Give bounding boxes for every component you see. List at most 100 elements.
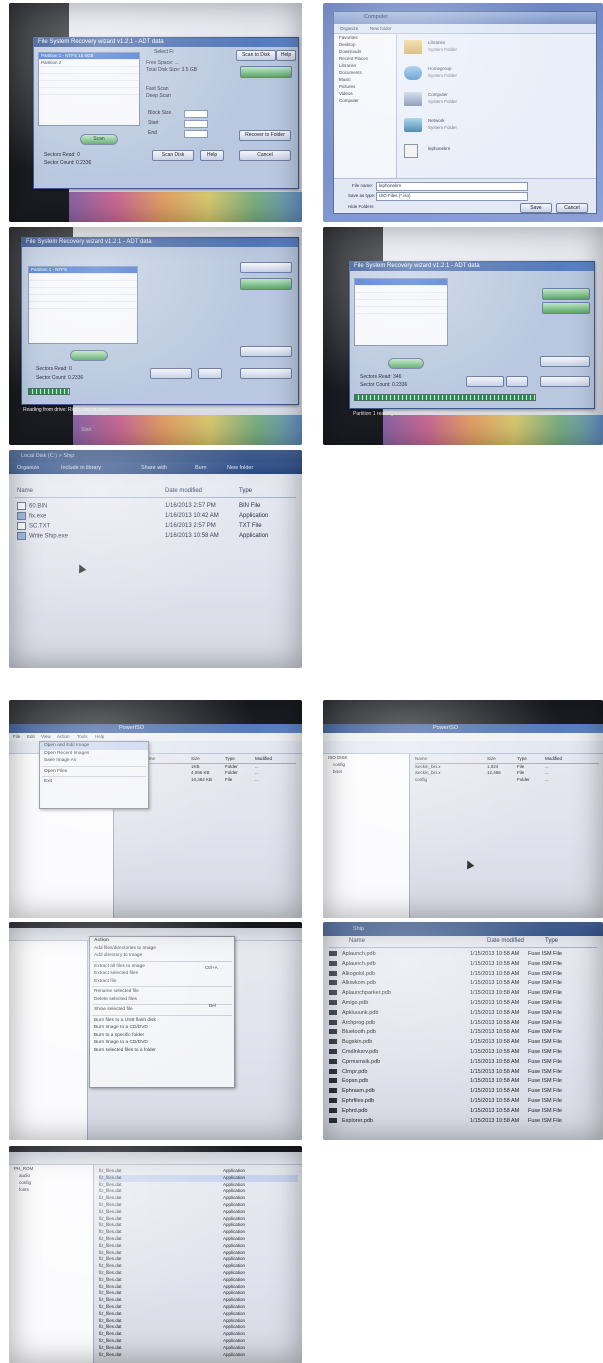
table-row[interactable]: config Folder...	[415, 777, 599, 784]
partition-list[interactable]: Partition 1 - NTFS	[28, 266, 138, 344]
table-row[interactable]: fiz_files.dat Application	[99, 1216, 298, 1223]
menu-item[interactable]: Burn to a specific folder	[90, 1032, 234, 1040]
menu-item[interactable]: Rename selected file	[90, 988, 234, 996]
partition-list[interactable]	[354, 278, 448, 346]
nav-item[interactable]: Desktop	[334, 41, 396, 48]
scan-oval-button[interactable]: Scan	[80, 134, 118, 145]
list-item[interactable]: Alkiwkom.pdb 1/15/2013 10:58 AM Fuse ISM F…	[329, 979, 597, 989]
partition-list[interactable]: Partition 1 - NTFS 15.6GB Partition 2	[38, 52, 140, 126]
col-type[interactable]: Type	[225, 756, 255, 763]
scan-to-disk-button[interactable]	[240, 262, 292, 273]
list-item[interactable]: Apkluuunk.pdb 1/15/2013 10:58 AM Fuse ISM …	[329, 1009, 597, 1019]
menu-tools[interactable]: Tools	[77, 734, 88, 739]
table-row[interactable]: fiz_files.dat Application	[99, 1195, 298, 1202]
list-item[interactable]: Aplaunchparker.pdb 1/15/2013 10:58 AM Fuse…	[329, 989, 597, 999]
list-item[interactable]	[39, 81, 139, 88]
list-item[interactable]	[29, 302, 137, 309]
save-button[interactable]: Save	[520, 203, 552, 213]
list-item[interactable]: Ephrasm.pdb 1/15/2013 10:58 AM Fuse ISM Fi…	[329, 1087, 597, 1097]
col-date[interactable]: Date modified	[165, 488, 202, 494]
list-item[interactable]: Cprmsmsik.pdb 1/15/2013 10:58 AM Fuse ISM …	[329, 1058, 597, 1068]
list-item[interactable]	[29, 281, 137, 288]
list-item[interactable]	[39, 88, 139, 95]
table-row[interactable]: fiz_files.dat Application	[99, 1338, 298, 1345]
header-tab[interactable]: Select Fi	[154, 49, 173, 55]
scan-disk-button[interactable]: Scan Disk	[152, 150, 194, 161]
list-item[interactable]: Clrnpr.pdb 1/15/2013 10:58 AM Fuse ISM Fil…	[329, 1068, 597, 1078]
tree-item[interactable]: audio	[9, 1172, 93, 1179]
table-row[interactable]: fiz_files.dat Application	[99, 1324, 298, 1331]
nav-item[interactable]: Music	[334, 76, 396, 83]
nav-item[interactable]: Documents	[334, 69, 396, 76]
list-item[interactable]	[39, 67, 139, 74]
list-item[interactable]	[29, 274, 137, 281]
list-item[interactable]	[355, 293, 447, 300]
nav-item[interactable]: Favorites	[334, 34, 396, 41]
file-row[interactable]: Write Ship.exe 1/16/2013 10:58 AM Applic…	[15, 532, 296, 541]
radio-deep-scan[interactable]: Deep Scan	[146, 93, 171, 99]
table-row[interactable]: fiz_files.dat Application	[99, 1168, 298, 1175]
col-modified[interactable]: Modified	[545, 756, 562, 763]
table-row[interactable]: fiz_files.dat Application	[99, 1331, 298, 1338]
col-type[interactable]: Type	[239, 488, 252, 494]
cancel-button[interactable]	[240, 368, 292, 379]
table-row[interactable]: 16,384 KB File...	[143, 777, 296, 784]
scan-disk-button[interactable]	[150, 368, 192, 379]
menu-item[interactable]: Open Files	[40, 768, 148, 776]
list-item[interactable]	[29, 288, 137, 295]
recover-to-folder-button[interactable]	[540, 356, 590, 367]
tree-item[interactable]: boot	[323, 768, 409, 775]
menu-item[interactable]: Extract selected files	[90, 970, 234, 978]
cancel-button[interactable]: Cancel	[556, 203, 588, 213]
list-item[interactable]: Partition 1 - NTFS 15.6GB	[39, 53, 139, 60]
toolbar-new-folder[interactable]: New folder	[227, 465, 253, 471]
list-item[interactable]: Bluetooth.pdb 1/15/2013 10:58 AM Fuse ISM …	[329, 1028, 597, 1038]
table-row[interactable]: fiz_files.dat Application	[99, 1243, 298, 1250]
table-row[interactable]: fiz_files.dat Application	[99, 1174, 298, 1182]
scan-oval-button[interactable]	[388, 358, 424, 369]
menu-item[interactable]: Burn Image to a CD/DVD	[90, 1024, 234, 1032]
col-name[interactable]: Name	[143, 756, 191, 763]
cancel-button[interactable]	[540, 376, 590, 387]
green-action-button[interactable]	[240, 66, 292, 78]
menu-item[interactable]: Add directory to Image	[90, 952, 234, 960]
table-row[interactable]: fiz_files.dat Application	[99, 1188, 298, 1195]
list-item[interactable]: Aplaunch.pdb 1/15/2013 10:58 AM Fuse ISM F…	[329, 950, 597, 960]
list-item[interactable]: Ephrfiles.pdb 1/15/2013 10:58 AM Fuse ISM …	[329, 1097, 597, 1107]
list-item[interactable]	[355, 307, 447, 314]
menu-item[interactable]: Open and Edit Image	[40, 742, 148, 750]
file-row[interactable]: SC.TXT 1/16/2013 2:57 PM TXT File	[15, 522, 296, 531]
list-item[interactable]	[29, 295, 137, 302]
menu-item[interactable]: Extract file	[90, 978, 234, 986]
table-row[interactable]: fiz_files.dat Application	[99, 1209, 298, 1216]
table-row[interactable]: fiz_files.dat Application	[99, 1352, 298, 1359]
list-item[interactable]: Partition 1 - NTFS	[29, 267, 137, 274]
tree-item[interactable]: config	[9, 1179, 93, 1186]
menu-item[interactable]: Add files/directories to Image	[90, 945, 234, 953]
table-row[interactable]: fiz_files.dat Application	[99, 1236, 298, 1243]
tree-item[interactable]: ISO DISK	[323, 754, 409, 761]
table-row[interactable]: fiz_files.dat Application	[99, 1297, 298, 1304]
menu-item[interactable]: Open Recent Images	[40, 750, 148, 758]
organize-button[interactable]: Organize	[340, 26, 358, 31]
radio-fast-scan[interactable]: Fast Scan	[146, 86, 169, 92]
menu-file[interactable]: File	[13, 734, 20, 739]
col-name[interactable]: Name	[415, 756, 487, 763]
col-name[interactable]: Name	[349, 938, 365, 944]
table-row[interactable]: fiz_files.dat Application	[99, 1270, 298, 1277]
col-type[interactable]: Type	[545, 938, 558, 944]
col-type[interactable]: Type	[517, 756, 545, 763]
green-action-button[interactable]	[542, 288, 590, 300]
menu-edit[interactable]: Edit	[27, 734, 35, 739]
col-size[interactable]: Size	[191, 756, 225, 763]
breadcrumb[interactable]: Computer	[364, 14, 388, 20]
list-item[interactable]: Bugskin.pdb 1/15/2013 10:58 AM Fuse ISM Fi…	[329, 1038, 597, 1048]
toolbar-burn[interactable]: Burn	[195, 465, 207, 471]
option-field[interactable]	[184, 110, 208, 118]
new-folder-button[interactable]: New folder	[370, 26, 392, 31]
toolbar-organize[interactable]: Organize	[17, 465, 39, 471]
table-row[interactable]: fiz_files.dat Application	[99, 1250, 298, 1257]
table-row[interactable]: fiz_files.dat Application	[99, 1284, 298, 1291]
list-item[interactable]: Amigo.pdb 1/15/2013 10:58 AM Fuse ISM File	[329, 999, 597, 1009]
list-item[interactable]	[355, 279, 447, 286]
